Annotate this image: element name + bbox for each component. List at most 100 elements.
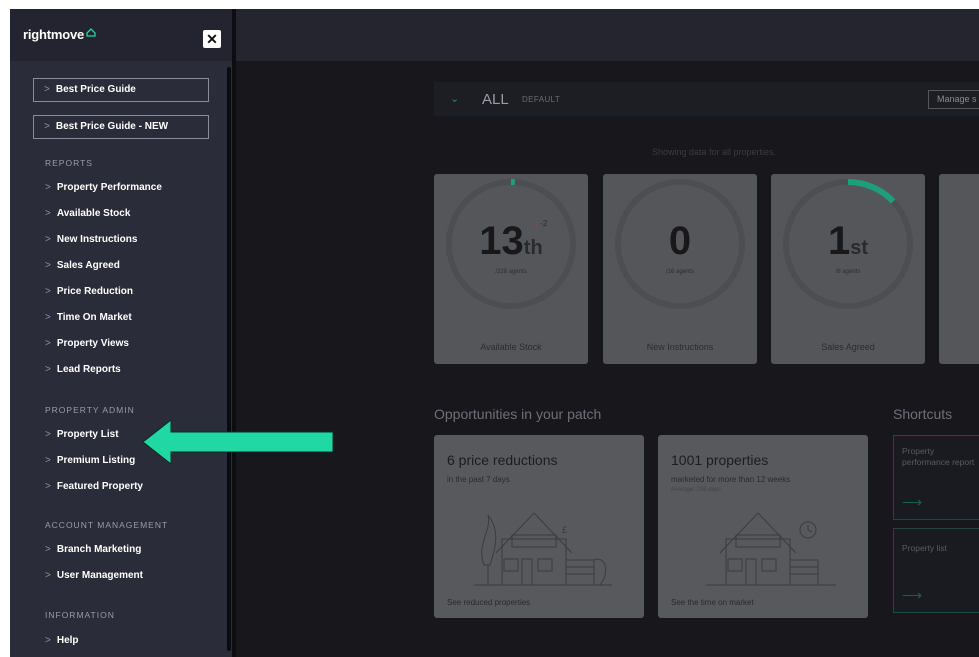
chevron-right-icon: >	[45, 260, 51, 271]
stat-card-new-instructions[interactable]: 0 /16 agents New Instructions	[603, 174, 757, 364]
chevron-right-icon: >	[45, 338, 51, 349]
sidebar-header: rightmove ✕	[10, 9, 232, 61]
button-label: Best Price Guide - NEW	[55, 121, 169, 132]
stat-number: 0	[668, 219, 692, 263]
sidebar-item-label: Price Reduction	[56, 286, 133, 297]
sidebar-item-label: Help	[56, 635, 79, 646]
chevron-right-icon: >	[44, 84, 50, 95]
sidebar-item-sales-agreed[interactable]: > Sales Agreed	[45, 260, 120, 271]
section-information: INFORMATION	[45, 610, 115, 620]
stat-card-sales-agreed[interactable]: 1st /8 agents Sales Agreed	[771, 174, 925, 364]
section-property-admin: PROPERTY ADMIN	[45, 405, 135, 415]
logo-text: rightmove	[23, 27, 85, 42]
sidebar-item-available-stock[interactable]: > Available Stock	[45, 208, 130, 219]
section-reports: REPORTS	[45, 158, 93, 168]
sidebar-item-new-instructions[interactable]: > New Instructions	[45, 234, 137, 245]
stat-card-available-stock[interactable]: ↓ -2 13th /228 agents Available Stock	[434, 174, 588, 364]
sidebar-item-property-performance[interactable]: > Property Performance	[45, 182, 162, 193]
chevron-right-icon: >	[45, 364, 51, 375]
opportunity-card-time-on-market[interactable]: 1001 properties marketed for more than 1…	[658, 435, 868, 618]
sidebar-item-premium-listing[interactable]: > Premium Listing	[45, 455, 135, 466]
stat-card-partial[interactable]	[939, 174, 979, 364]
sidebar: rightmove ✕ > Best Price Guide > Best Pric…	[10, 9, 232, 657]
sidebar-item-label: Property Views	[56, 338, 129, 349]
main-content: ⌄ ALL DEFAULT Manage s Showing data for …	[236, 61, 979, 657]
sidebar-item-property-views[interactable]: > Property Views	[45, 338, 129, 349]
sidebar-item-label: User Management	[56, 570, 143, 581]
arrow-right-icon: ⟶	[902, 494, 923, 510]
sidebar-item-label: Featured Property	[56, 481, 143, 492]
stat-label: Available Stock	[480, 342, 542, 352]
stat-agents: /16 agents	[665, 269, 695, 275]
shortcut-property-list[interactable]: Property list ⟶	[893, 528, 979, 613]
sidebar-item-label: Available Stock	[56, 208, 131, 219]
sidebar-item-label: Branch Marketing	[56, 544, 142, 555]
stat-number: 1	[827, 219, 851, 263]
svg-text:£: £	[562, 525, 567, 535]
sidebar-item-label: Time On Market	[56, 312, 132, 323]
arrow-right-icon: ⟶	[902, 587, 923, 603]
chevron-right-icon: >	[45, 429, 51, 440]
chevron-right-icon: >	[45, 481, 51, 492]
filter-bar[interactable]: ⌄ ALL DEFAULT Manage s	[434, 82, 979, 116]
top-bar	[236, 9, 979, 61]
sidebar-item-branch-marketing[interactable]: > Branch Marketing	[45, 544, 141, 555]
house-illustration-icon: £	[474, 512, 612, 586]
house-icon	[86, 28, 96, 37]
showing-text: Showing data for all properties.	[651, 147, 777, 157]
chevron-right-icon: >	[45, 182, 51, 193]
stat-agents: /228 agents	[495, 269, 527, 275]
close-icon: ✕	[206, 31, 218, 47]
app-window: rightmove ✕ > Best Price Guide > Best Pric…	[10, 9, 979, 657]
sidebar-item-featured-property[interactable]: > Featured Property	[45, 481, 143, 492]
sidebar-item-price-reduction[interactable]: > Price Reduction	[45, 286, 133, 297]
chevron-right-icon: >	[45, 286, 51, 297]
opportunity-card-price-reductions[interactable]: 6 price reductions in the past 7 days £ …	[434, 435, 644, 618]
stat-label: Sales Agreed	[821, 342, 875, 352]
stat-value: 1st	[771, 219, 925, 264]
sidebar-item-label: Lead Reports	[56, 364, 121, 375]
sidebar-item-label: Property Performance	[56, 182, 162, 193]
chevron-right-icon: >	[45, 312, 51, 323]
chevron-right-icon: >	[45, 544, 51, 555]
shortcut-label: Property performance report	[902, 446, 975, 467]
manage-button[interactable]: Manage s	[928, 90, 979, 109]
chevron-right-icon: >	[45, 635, 51, 646]
chevron-right-icon: >	[45, 455, 51, 466]
chevron-right-icon: >	[45, 570, 51, 581]
stat-label: New Instructions	[646, 342, 714, 352]
annotation-arrow-icon	[142, 418, 334, 466]
sidebar-item-label: New Instructions	[56, 234, 138, 245]
opportunities-heading: Opportunities in your patch	[434, 406, 602, 422]
best-price-guide-new-button[interactable]: > Best Price Guide - NEW	[33, 115, 209, 139]
stat-number: 13	[479, 219, 524, 263]
default-tag: DEFAULT	[522, 95, 561, 104]
sidebar-item-help[interactable]: > Help	[45, 635, 79, 646]
sidebar-item-label: Property List	[56, 429, 119, 440]
shortcut-property-performance-report[interactable]: Property performance report ⟶	[893, 435, 979, 520]
chevron-down-icon[interactable]: ⌄	[450, 92, 459, 105]
stat-suffix: th	[523, 237, 543, 259]
stat-agents: /8 agents	[835, 269, 861, 275]
see-time-on-market-link[interactable]: See the time on market	[671, 598, 754, 607]
sidebar-item-property-list[interactable]: > Property List	[45, 429, 119, 440]
ring-progress	[847, 179, 896, 204]
sidebar-item-user-management[interactable]: > User Management	[45, 570, 143, 581]
chevron-right-icon: >	[45, 208, 51, 219]
section-account-management: ACCOUNT MANAGEMENT	[45, 520, 169, 530]
house-clock-illustration-icon	[706, 512, 836, 586]
shortcut-label: Property list	[902, 543, 947, 553]
sidebar-item-time-on-market[interactable]: > Time On Market	[45, 312, 132, 323]
stat-value: 0	[603, 219, 757, 264]
shortcuts-heading: Shortcuts	[893, 406, 953, 422]
see-reduced-properties-link[interactable]: See reduced properties	[447, 598, 530, 607]
best-price-guide-button[interactable]: > Best Price Guide	[33, 78, 209, 102]
filter-selected[interactable]: ALL	[482, 91, 509, 108]
rightmove-logo[interactable]: rightmove	[23, 27, 96, 42]
chevron-right-icon: >	[45, 234, 51, 245]
sidebar-item-label: Sales Agreed	[56, 260, 120, 271]
close-sidebar-button[interactable]: ✕	[203, 30, 221, 48]
sidebar-item-lead-reports[interactable]: > Lead Reports	[45, 364, 121, 375]
sidebar-scrollbar[interactable]	[227, 67, 231, 651]
button-label: Best Price Guide	[55, 84, 136, 95]
